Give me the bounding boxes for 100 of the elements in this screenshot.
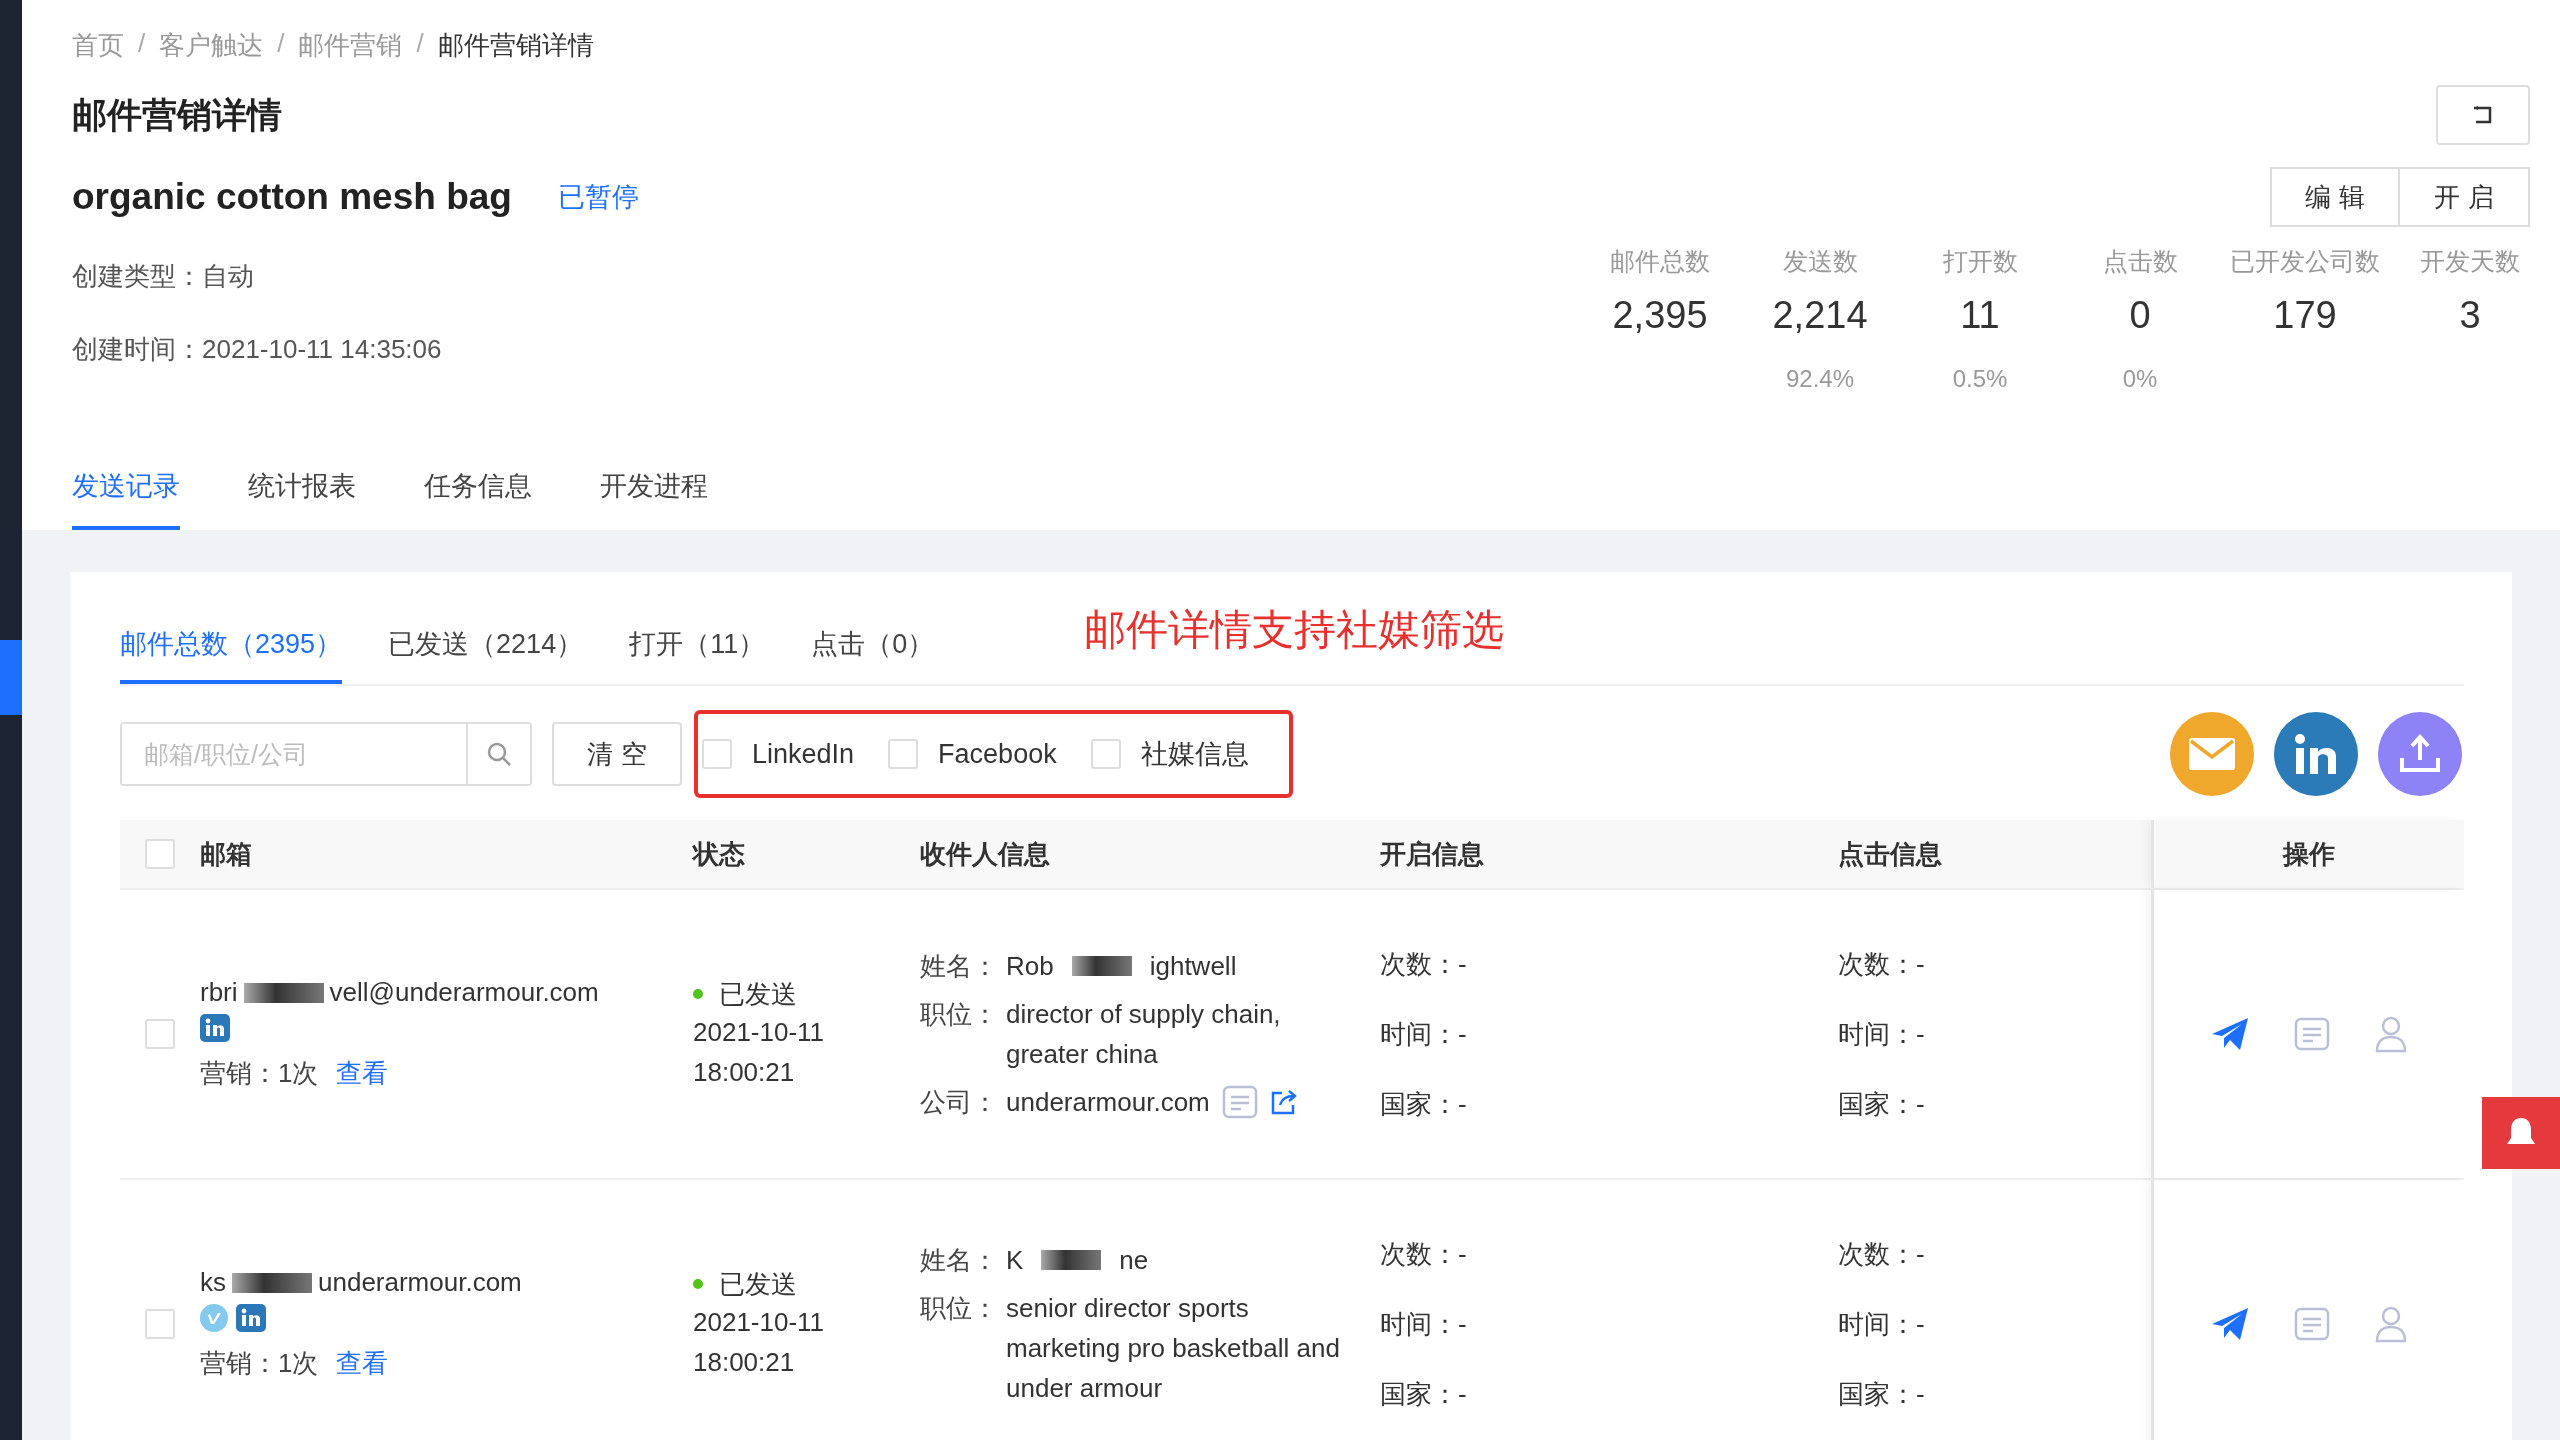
sub-tab[interactable]: 邮件总数（2395） — [120, 616, 343, 684]
field-label: 姓名： — [920, 950, 999, 983]
recipient-name: ne — [1119, 1244, 1149, 1277]
status-dot — [693, 989, 703, 999]
send-icon[interactable] — [2210, 1016, 2250, 1052]
view-link[interactable]: 查看 — [336, 1056, 389, 1091]
info-text: 次数：- — [1380, 1238, 1468, 1271]
stat-value: 2,214 — [1772, 294, 1868, 337]
sent-date: 2021-10-11 — [693, 1015, 826, 1049]
stat-label: 已开发公司数 — [2230, 246, 2380, 277]
checkbox[interactable] — [145, 1019, 175, 1049]
stat-label: 点击数 — [2102, 246, 2178, 277]
linkedin-icon — [200, 1014, 230, 1042]
tab[interactable]: 任务信息 — [424, 468, 532, 530]
page-title: 邮件营销详情 — [72, 93, 282, 136]
sub-tab[interactable]: 点击（0） — [811, 616, 935, 684]
email-text: vell@underarmour.com — [329, 977, 599, 1008]
info-text: 国家：- — [1380, 1088, 1468, 1121]
status-dot — [693, 1279, 703, 1289]
back-button[interactable] — [2436, 85, 2530, 145]
marketing-count: 营销：1次 — [200, 1057, 319, 1090]
info-text: 次数：- — [1380, 948, 1468, 981]
info-text: 国家：- — [1380, 1378, 1468, 1411]
column-header: 开启信息 — [1380, 837, 1485, 871]
marketing-count: 营销：1次 — [200, 1347, 319, 1380]
info-text: 时间：- — [1380, 1018, 1468, 1051]
info-text: 国家：- — [1838, 1088, 1926, 1121]
info-line: 创建类型：自动 — [72, 260, 255, 293]
breadcrumb-separator: / — [416, 28, 424, 60]
linkedin-icon — [236, 1304, 266, 1332]
stat-label: 开发天数 — [2420, 246, 2520, 277]
campaign-name: organic cotton mesh bag — [72, 176, 512, 218]
sent-time: 18:00:21 — [693, 1055, 796, 1089]
sent-time: 18:00:21 — [693, 1345, 796, 1379]
redaction-block — [1041, 1250, 1102, 1270]
header-button[interactable]: 开 启 — [2400, 167, 2530, 227]
tab[interactable]: 统计报表 — [248, 468, 356, 530]
search-field[interactable]: 邮箱/职位/公司 — [120, 722, 532, 786]
info-text: 时间：- — [1838, 1018, 1926, 1051]
checkbox[interactable] — [1090, 739, 1121, 769]
clear-button[interactable]: 清 空 — [552, 722, 682, 786]
email-text: rbri — [200, 977, 238, 1008]
header-button[interactable]: 编 辑 — [2270, 167, 2400, 227]
stat-value: 0 — [2129, 294, 2151, 337]
field-label: 职位： — [920, 998, 999, 1031]
status-text: 已发送 — [719, 977, 797, 1011]
recipient-name: ightwell — [1149, 950, 1237, 983]
breadcrumb-separator: / — [138, 28, 146, 60]
email-text: ks — [200, 1267, 226, 1298]
note-icon[interactable] — [2294, 1017, 2330, 1051]
tab[interactable]: 发送记录 — [72, 468, 180, 530]
stat-label: 邮件总数 — [1610, 246, 1710, 277]
field-label: 公司： — [920, 1086, 999, 1119]
checkbox[interactable] — [702, 739, 732, 769]
stat-rate: 0.5% — [1952, 365, 2008, 393]
stat-rate: 92.4% — [1785, 365, 1855, 393]
redaction-block — [1071, 956, 1132, 976]
vimeo-icon — [200, 1304, 228, 1332]
envelope-icon — [2187, 736, 2237, 772]
checkbox[interactable] — [888, 739, 919, 769]
notification-button[interactable] — [2482, 1097, 2560, 1169]
stat-label: 打开数 — [1942, 246, 2018, 277]
note-icon[interactable] — [1221, 1085, 1258, 1119]
info-text: 次数：- — [1838, 948, 1926, 981]
company-text: underarmour.com — [1006, 1086, 1210, 1119]
tab[interactable]: 开发进程 — [600, 468, 708, 530]
campaign-status: 已暂停 — [557, 181, 639, 214]
stat-value: 3 — [2459, 294, 2481, 337]
field-label: 职位： — [920, 1292, 999, 1325]
annotation-text: 邮件详情支持社媒筛选 — [1084, 605, 1505, 655]
info-text: 时间：- — [1380, 1308, 1468, 1341]
stat-value: 179 — [2273, 294, 2337, 337]
info-text: 时间：- — [1838, 1308, 1926, 1341]
status-text: 已发送 — [719, 1267, 797, 1301]
stat-value: 11 — [1960, 294, 2000, 337]
sub-tab[interactable]: 已发送（2214） — [388, 616, 584, 684]
email-text: underarmour.com — [318, 1267, 522, 1298]
stat-label: 发送数 — [1782, 246, 1858, 277]
user-icon[interactable] — [2374, 1015, 2408, 1053]
search-button[interactable] — [466, 724, 530, 784]
stat-value: 2,395 — [1612, 294, 1708, 337]
view-link[interactable]: 查看 — [336, 1346, 389, 1381]
search-icon — [486, 741, 512, 767]
info-line: 创建时间：2021-10-11 14:35:06 — [72, 333, 442, 366]
user-icon[interactable] — [2374, 1305, 2408, 1343]
field-label: 姓名： — [920, 1244, 999, 1277]
share-icon[interactable] — [1269, 1089, 1298, 1115]
note-icon[interactable] — [2294, 1307, 2330, 1341]
send-icon[interactable] — [2210, 1306, 2250, 1342]
job-title: senior director sports marketing pro basketball and under armour — [1006, 1292, 1341, 1405]
recipient-name: K — [1006, 1244, 1024, 1277]
upload-icon — [2398, 734, 2442, 774]
column-header: 收件人信息 — [920, 837, 1051, 871]
info-text: 国家：- — [1838, 1378, 1926, 1411]
checkbox[interactable] — [145, 839, 175, 869]
checkbox-label: 社媒信息 — [1140, 738, 1249, 771]
column-header: 状态 — [693, 837, 746, 871]
checkbox[interactable] — [145, 1309, 175, 1339]
sub-tab[interactable]: 打开（11） — [629, 616, 766, 684]
checkbox-label: LinkedIn — [752, 738, 855, 770]
